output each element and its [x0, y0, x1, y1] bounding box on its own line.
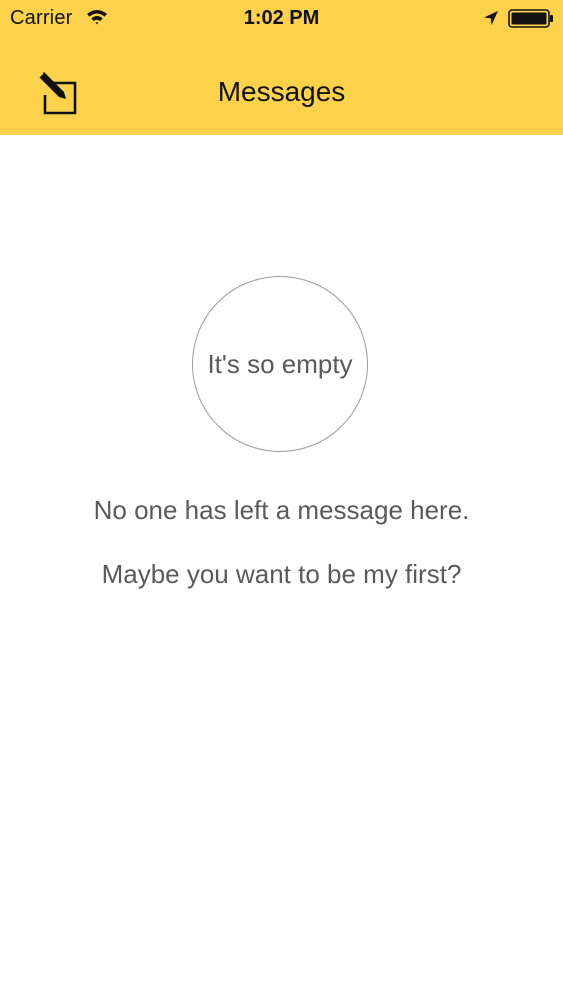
page-title: Messages — [217, 76, 346, 107]
messages-screen: Carrier 1:02 PM Messages It's so empty N… — [0, 0, 563, 1000]
status-time: 1:02 PM — [243, 7, 320, 29]
navigation-bar: Messages — [0, 40, 563, 135]
empty-state-prompt: Maybe you want to be my first? — [101, 559, 462, 589]
empty-state-circle-text: It's so empty — [207, 348, 353, 379]
header-area: Carrier 1:02 PM Messages — [0, 0, 563, 135]
battery-icon — [508, 9, 554, 28]
status-bar: Carrier 1:02 PM — [0, 0, 563, 40]
empty-state-message: No one has left a message here. — [93, 495, 470, 525]
location-arrow-icon — [483, 10, 499, 26]
empty-state-circle: It's so empty — [192, 276, 368, 452]
